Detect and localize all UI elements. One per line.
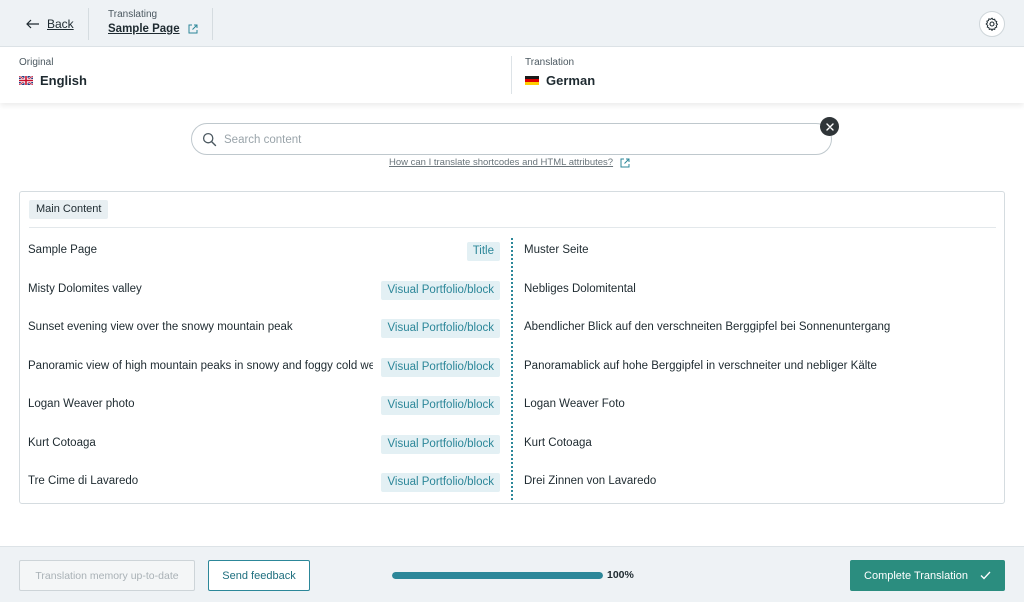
translated-text[interactable]: Nebliges Dolomitental <box>524 283 994 295</box>
section-divider <box>29 227 996 228</box>
search-box[interactable] <box>191 123 832 155</box>
external-link-icon <box>188 24 198 34</box>
translation-memory-button: Translation memory up-to-date <box>19 560 195 591</box>
source-text: Misty Dolomites valley <box>28 283 142 295</box>
check-icon <box>980 571 991 580</box>
translated-text[interactable]: Logan Weaver Foto <box>524 398 994 410</box>
uk-flag-icon <box>19 76 33 85</box>
content-type-badge: Visual Portfolio/block <box>381 396 500 415</box>
back-label: Back <box>47 17 74 31</box>
source-text: Kurt Cotoaga <box>28 437 96 449</box>
page-title: Sample Page <box>108 23 180 35</box>
translation-language: German <box>525 73 595 88</box>
main-content-panel: Main Content Sample Page Title Muster Se… <box>19 191 1005 504</box>
progress-fill <box>392 572 603 579</box>
content-type-badge: Visual Portfolio/block <box>381 281 500 300</box>
translation-row[interactable]: Panoramic view of high mountain peaks in… <box>20 356 1004 380</box>
translation-language-name: German <box>546 73 596 88</box>
content-type-badge: Visual Portfolio/block <box>381 358 500 377</box>
back-button[interactable]: Back <box>26 16 74 32</box>
translated-text[interactable]: Drei Zinnen von Lavaredo <box>524 475 994 487</box>
page-title-link[interactable]: Sample Page <box>108 23 198 35</box>
arrow-left-icon <box>26 19 39 29</box>
source-text: Logan Weaver photo <box>28 398 135 410</box>
translation-row[interactable]: Sunset evening view over the snowy mount… <box>20 317 1004 341</box>
section-label: Main Content <box>29 200 109 219</box>
source-text: Sample Page <box>28 244 98 256</box>
translated-text[interactable]: Panoramablick auf hohe Berggipfel in ver… <box>524 360 994 372</box>
translation-row[interactable]: Kurt Cotoaga Visual Portfolio/block Kurt… <box>20 433 1004 457</box>
translation-caption: Translation <box>525 57 575 68</box>
translation-row[interactable]: Tre Cime di Lavaredo Visual Portfolio/bl… <box>20 471 1004 495</box>
translation-row[interactable]: Logan Weaver photo Visual Portfolio/bloc… <box>20 394 1004 418</box>
original-caption: Original <box>19 57 54 68</box>
translating-caption: Translating <box>108 9 158 20</box>
translation-row[interactable]: Sample Page Title Muster Seite <box>20 240 1004 264</box>
gear-icon <box>985 17 999 31</box>
help-link-label: How can I translate shortcodes and HTML … <box>389 157 614 168</box>
original-language-name: English <box>40 73 87 88</box>
content-type-badge: Visual Portfolio/block <box>381 435 500 454</box>
settings-button[interactable] <box>979 11 1005 37</box>
translated-text[interactable]: Kurt Cotoaga <box>524 437 994 449</box>
clear-search-button[interactable] <box>820 117 839 136</box>
search-icon <box>202 132 217 147</box>
progress-label: 100% <box>607 569 634 581</box>
content-type-badge: Visual Portfolio/block <box>381 319 500 338</box>
translated-text[interactable]: Muster Seite <box>524 244 994 256</box>
language-bar: Original English Translation German <box>0 47 1024 103</box>
shortcodes-help-link[interactable]: How can I translate shortcodes and HTML … <box>389 157 630 168</box>
source-text: Sunset evening view over the snowy mount… <box>28 321 293 333</box>
source-text: Tre Cime di Lavaredo <box>28 475 139 487</box>
search-input[interactable] <box>224 130 814 149</box>
translated-text[interactable]: Abendlicher Blick auf den verschneiten B… <box>524 321 994 333</box>
header-divider <box>212 8 213 40</box>
germany-flag-icon <box>525 76 539 85</box>
external-link-icon <box>620 158 630 167</box>
content-type-badge: Visual Portfolio/block <box>381 473 500 492</box>
original-language: English <box>19 73 87 88</box>
progress-bar <box>392 572 603 579</box>
top-header: Back Translating Sample Page <box>0 0 1024 47</box>
header-divider <box>88 8 89 40</box>
complete-translation-button[interactable]: Complete Translation <box>850 560 1005 591</box>
translation-row[interactable]: Misty Dolomites valley Visual Portfolio/… <box>20 279 1004 303</box>
content-type-badge: Title <box>466 242 500 261</box>
complete-translation-label: Complete Translation <box>864 569 968 582</box>
source-text: Panoramic view of high mountain peaks in… <box>28 360 373 372</box>
language-divider <box>511 56 512 94</box>
send-feedback-button[interactable]: Send feedback <box>208 560 310 591</box>
close-icon <box>825 122 834 131</box>
bottom-toolbar: Translation memory up-to-date Send feedb… <box>0 546 1024 602</box>
